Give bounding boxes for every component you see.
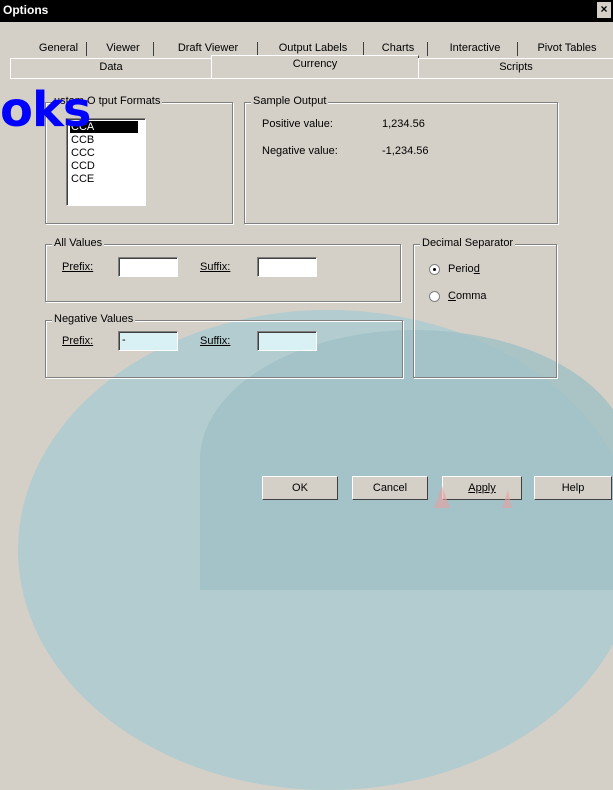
all-suffix-label: Suffix: — [200, 261, 231, 273]
radio-comma[interactable] — [429, 291, 440, 302]
tab-data[interactable]: Data — [10, 58, 212, 78]
list-item-ccc[interactable]: CCC — [70, 147, 96, 159]
tab-viewer[interactable]: Viewer — [92, 40, 154, 58]
ok-button[interactable]: OK — [262, 476, 338, 500]
radio-period[interactable] — [429, 264, 440, 275]
tab-separator — [427, 42, 428, 56]
decimal-separator-label: Decimal Separator — [420, 237, 516, 249]
tab-separator — [86, 42, 87, 56]
neg-prefix-input[interactable]: - — [118, 331, 178, 351]
tab-currency[interactable]: Currency — [211, 55, 419, 79]
red-logo-mark — [434, 486, 512, 508]
title-bar: Options × — [0, 0, 613, 22]
neg-prefix-label: Prefix: — [62, 335, 94, 347]
positive-value: 1,234.56 — [382, 118, 425, 130]
tab-separator — [153, 42, 154, 56]
tab-label: Interactive — [449, 42, 501, 54]
tab-pivot-tables[interactable]: Pivot Tables — [524, 40, 610, 58]
negative-values-group: Negative Values — [45, 313, 403, 378]
window-title: Options — [3, 3, 49, 17]
tab-separator — [257, 42, 258, 56]
options-dialog: Options × General Viewer Draft Viewer Ou… — [0, 0, 613, 790]
tab-row-2: Data Currency Scripts — [10, 55, 613, 79]
tab-scripts[interactable]: Scripts — [418, 58, 613, 78]
positive-value-label: Positive value: — [262, 118, 333, 130]
tab-separator — [517, 42, 518, 56]
all-prefix-label: Prefix: — [62, 261, 94, 273]
tab-label: Currency — [292, 58, 338, 70]
tab-label: General — [38, 42, 79, 54]
all-suffix-input[interactable] — [257, 257, 317, 277]
negative-value: -1,234.56 — [382, 145, 429, 157]
close-icon[interactable]: × — [597, 2, 611, 18]
radio-period-label: Period — [448, 263, 480, 275]
list-item-cce[interactable]: CCE — [70, 173, 95, 185]
list-item-ccd[interactable]: CCD — [70, 160, 96, 172]
tab-label: Scripts — [499, 61, 533, 73]
sample-output-label: Sample Output — [251, 95, 329, 107]
tab-general[interactable]: General — [30, 40, 87, 58]
neg-suffix-label: Suffix: — [200, 335, 231, 347]
radio-dot-icon — [433, 268, 436, 271]
brand-watermark-text: oks — [0, 82, 91, 138]
tab-label: Draft Viewer — [177, 42, 239, 54]
tab-interactive[interactable]: Interactive — [432, 40, 518, 58]
all-values-group: All Values — [45, 237, 401, 302]
cancel-button[interactable]: Cancel — [352, 476, 428, 500]
tab-label: Output Labels — [278, 42, 348, 54]
tab-separator — [363, 42, 364, 56]
tab-label: Viewer — [106, 42, 140, 54]
all-values-label: All Values — [52, 237, 105, 249]
neg-suffix-input[interactable] — [257, 331, 317, 351]
tab-label: Pivot Tables — [537, 42, 597, 54]
negative-values-label: Negative Values — [52, 313, 136, 325]
all-prefix-input[interactable] — [118, 257, 178, 277]
help-button[interactable]: Help — [534, 476, 612, 500]
radio-comma-label: Comma — [448, 290, 487, 302]
negative-value-label: Negative value: — [262, 145, 338, 157]
tab-label: Data — [99, 61, 123, 73]
tab-label: Charts — [381, 42, 415, 54]
